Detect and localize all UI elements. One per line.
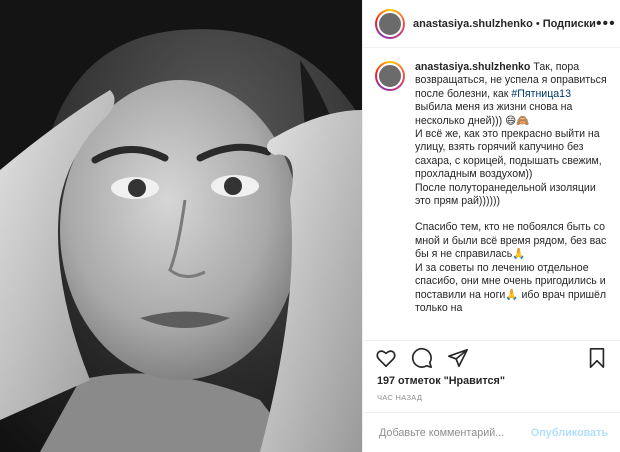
bookmark-icon[interactable]: [586, 347, 608, 369]
caption-row: anastasiya.shulzhenko Так, пора возвраща…: [375, 61, 608, 315]
comment-input[interactable]: [377, 425, 531, 440]
post-header: anastasiya.shulzhenko • Подписки •••: [363, 0, 620, 48]
instagram-post: anastasiya.shulzhenko • Подписки ••• ana…: [0, 0, 620, 452]
caption-username[interactable]: anastasiya.shulzhenko: [415, 61, 530, 73]
separator-dot: •: [535, 17, 540, 30]
caption-avatar-image: [377, 63, 403, 89]
add-comment-bar: Опубликовать: [363, 412, 620, 452]
post-photo[interactable]: [0, 0, 362, 452]
caption-avatar[interactable]: [375, 61, 405, 91]
portrait-image: [0, 0, 362, 452]
publish-button[interactable]: Опубликовать: [531, 427, 608, 439]
avatar[interactable]: [375, 8, 405, 39]
hashtag-link[interactable]: #Пятница13: [511, 88, 571, 100]
share-icon[interactable]: [447, 347, 469, 369]
caption-paragraph-1: anastasiya.shulzhenko Так, пора возвраща…: [415, 61, 608, 208]
post-time[interactable]: час назад: [377, 393, 422, 402]
header-username[interactable]: anastasiya.shulzhenko: [413, 18, 533, 30]
heart-icon[interactable]: [375, 347, 397, 369]
caption-text-after-tag: выбила меня из жизни снова на несколько …: [415, 101, 602, 208]
follow-button[interactable]: Подписки: [543, 18, 596, 30]
comment-icon[interactable]: [411, 347, 433, 369]
more-icon[interactable]: •••: [596, 15, 616, 33]
post-side-panel: anastasiya.shulzhenko • Подписки ••• ana…: [362, 0, 620, 452]
caption-area: anastasiya.shulzhenko Так, пора возвраща…: [363, 55, 620, 338]
caption-paragraph-2: Спасибо тем, кто не побоялся быть со мно…: [415, 221, 607, 314]
action-bar: [363, 340, 620, 374]
caption-text: anastasiya.shulzhenko Так, пора возвраща…: [415, 61, 608, 315]
avatar-image: [377, 10, 403, 37]
likes-count[interactable]: 197 отметок "Нравится": [377, 375, 505, 387]
